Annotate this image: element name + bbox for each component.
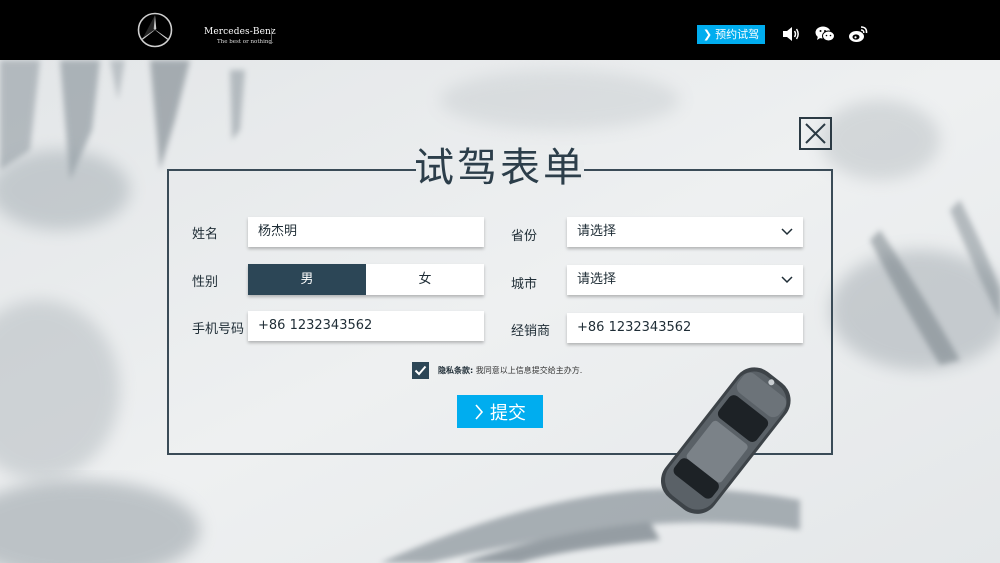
brand-name: Mercedes-Benz bbox=[204, 27, 276, 37]
name-label: 姓名 bbox=[192, 227, 219, 242]
mercedes-star-logo[interactable] bbox=[137, 12, 173, 48]
submit-button[interactable]: 提交 bbox=[457, 395, 543, 428]
top-bar: Mercedes-Benz The best or nothing. ❯ 预约试… bbox=[0, 0, 1000, 60]
phone-field[interactable]: +86 1232343562 bbox=[248, 311, 484, 341]
city-value: 请选择 bbox=[577, 272, 617, 287]
province-label: 省份 bbox=[511, 229, 538, 244]
weibo-icon[interactable] bbox=[848, 25, 868, 43]
checkmark-icon bbox=[414, 365, 427, 376]
privacy-title: 隐私条款: bbox=[438, 366, 474, 375]
car-illustration bbox=[660, 367, 791, 514]
city-label: 城市 bbox=[511, 277, 538, 292]
dealer-value: +86 1232343562 bbox=[577, 320, 692, 335]
province-select[interactable]: 请选择 bbox=[567, 217, 803, 247]
chevron-down-icon bbox=[781, 228, 793, 236]
gender-toggle: 男 女 bbox=[248, 264, 484, 295]
brand-divider bbox=[271, 28, 272, 44]
book-test-drive-button[interactable]: ❯ 预约试驾 bbox=[697, 25, 765, 44]
book-test-drive-label: 预约试驾 bbox=[715, 28, 760, 41]
chevron-right-icon bbox=[475, 403, 484, 420]
phone-value: +86 1232343562 bbox=[258, 318, 373, 333]
dealer-field[interactable]: +86 1232343562 bbox=[567, 313, 803, 343]
province-value: 请选择 bbox=[577, 224, 617, 239]
phone-label: 手机号码 bbox=[192, 322, 245, 337]
brand-tagline: The best or nothing. bbox=[217, 39, 274, 45]
form-title: 试驾表单 bbox=[414, 145, 586, 191]
privacy-consent: 我同意以上信息提交给主办方. bbox=[473, 366, 583, 375]
submit-label: 提交 bbox=[490, 402, 526, 424]
privacy-checkbox[interactable] bbox=[412, 362, 429, 379]
gender-female-option[interactable]: 女 bbox=[366, 264, 484, 295]
sound-icon[interactable] bbox=[781, 25, 801, 43]
privacy-text: 隐私条款: 我同意以上信息提交给主办方. bbox=[438, 365, 582, 376]
gender-label: 性别 bbox=[192, 275, 219, 290]
brand-wordmark: Mercedes-Benz The best or nothing. bbox=[204, 27, 276, 45]
chevron-right-icon: ❯ bbox=[702, 28, 713, 41]
dealer-label: 经销商 bbox=[511, 324, 551, 339]
chevron-down-icon bbox=[781, 276, 793, 284]
name-value: 杨杰明 bbox=[258, 224, 298, 239]
close-icon bbox=[805, 123, 826, 144]
gender-male-option[interactable]: 男 bbox=[248, 264, 366, 295]
name-field[interactable]: 杨杰明 bbox=[248, 217, 484, 247]
city-select[interactable]: 请选择 bbox=[567, 265, 803, 295]
close-button[interactable] bbox=[799, 117, 832, 150]
wechat-icon[interactable] bbox=[815, 25, 835, 43]
